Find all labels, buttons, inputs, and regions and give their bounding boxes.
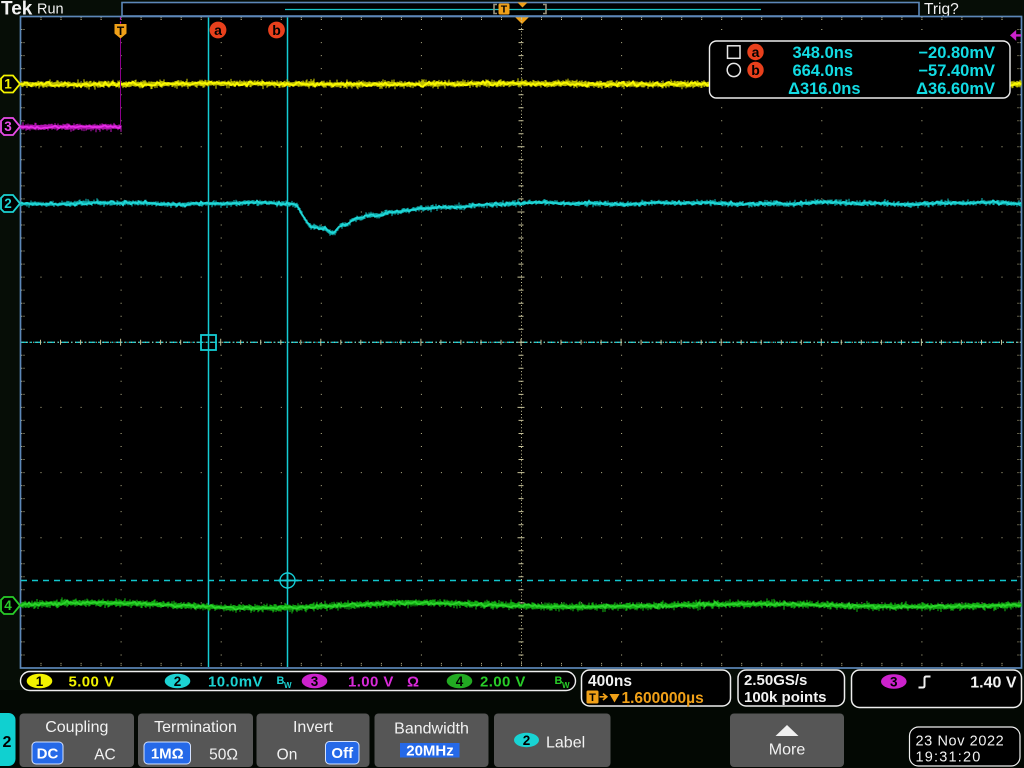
svg-text:3: 3 (890, 675, 898, 690)
svg-text:50Ω: 50Ω (209, 747, 238, 764)
svg-text:Invert: Invert (293, 719, 334, 736)
svg-text:1: 1 (4, 77, 12, 92)
svg-text:Label: Label (546, 735, 585, 752)
svg-text:2: 2 (174, 674, 182, 689)
svg-text:23 Nov 2022: 23 Nov 2022 (916, 734, 1005, 750)
svg-text:400ns: 400ns (588, 673, 632, 690)
svg-text:19:31:20: 19:31:20 (916, 750, 982, 766)
svg-text:Bandwidth: Bandwidth (394, 721, 469, 738)
svg-text:5.00 V: 5.00 V (69, 674, 115, 691)
svg-text:Coupling: Coupling (45, 719, 108, 736)
svg-text:1.00 V: 1.00 V (348, 674, 394, 691)
svg-text:W: W (284, 681, 292, 690)
svg-text:More: More (769, 742, 806, 759)
svg-text:1MΩ: 1MΩ (151, 745, 184, 762)
svg-text:2: 2 (3, 734, 12, 751)
svg-text:W: W (562, 681, 570, 690)
svg-text:664.0ns: 664.0ns (792, 62, 853, 80)
svg-text:Δ316.0ns: Δ316.0ns (788, 80, 860, 98)
svg-text:2.00 V: 2.00 V (480, 674, 526, 691)
svg-text:On: On (277, 747, 298, 764)
svg-text:2.50GS/s: 2.50GS/s (744, 672, 807, 689)
svg-text:348.0ns: 348.0ns (792, 44, 853, 62)
svg-text:T: T (589, 692, 596, 704)
svg-text:Ω: Ω (407, 674, 419, 691)
svg-text:Trig?: Trig? (924, 1, 959, 18)
svg-text:AC: AC (94, 747, 116, 764)
svg-text:1: 1 (36, 674, 44, 689)
svg-text:1.40 V: 1.40 V (970, 675, 1017, 692)
svg-text:10.0mV: 10.0mV (208, 674, 263, 691)
svg-text:20MHz: 20MHz (406, 743, 454, 760)
svg-text:−20.80mV: −20.80mV (918, 44, 995, 62)
svg-text:Termination: Termination (154, 719, 237, 736)
svg-text:2: 2 (523, 733, 531, 748)
svg-text:1.600000µs: 1.600000µs (622, 690, 704, 707)
svg-text:Δ36.60mV: Δ36.60mV (916, 80, 995, 98)
svg-text:b: b (272, 22, 281, 38)
svg-text:DC: DC (37, 745, 59, 762)
svg-text:Run: Run (37, 2, 64, 18)
svg-text:b: b (751, 62, 760, 78)
svg-text:4: 4 (4, 598, 12, 613)
svg-text:100k points: 100k points (744, 689, 827, 706)
svg-text:Off: Off (331, 745, 354, 762)
svg-text:T: T (501, 4, 508, 16)
svg-text:3: 3 (4, 119, 12, 134)
svg-text:a: a (752, 44, 760, 60)
svg-text:a: a (214, 22, 222, 38)
svg-text:4: 4 (456, 674, 464, 689)
svg-text:2: 2 (4, 196, 12, 211)
svg-text:T: T (117, 24, 125, 38)
svg-text:−57.40mV: −57.40mV (918, 62, 995, 80)
svg-text:3: 3 (311, 674, 319, 689)
